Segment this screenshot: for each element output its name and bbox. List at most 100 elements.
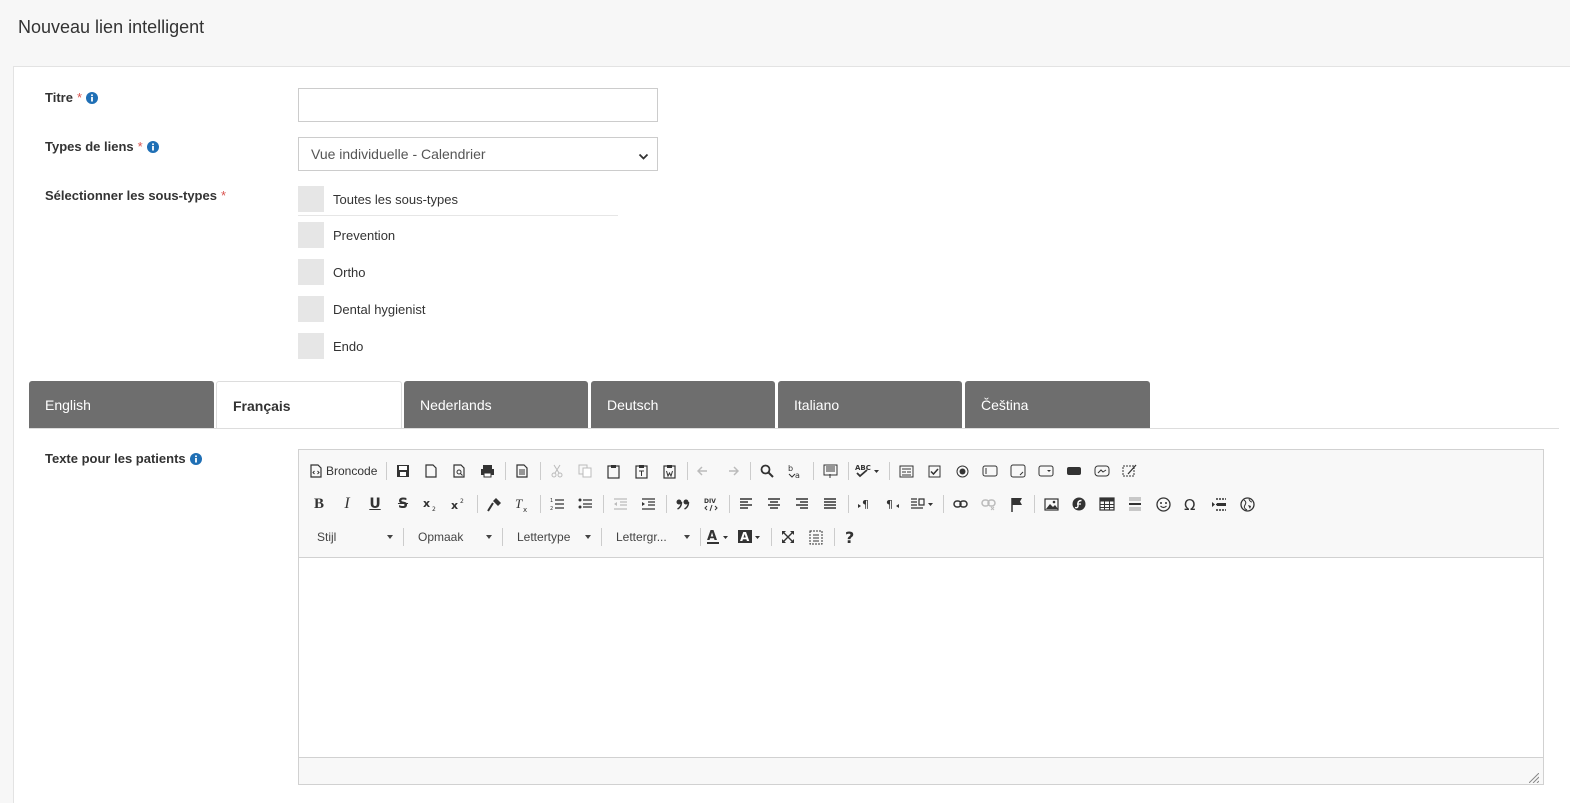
undo-icon[interactable] — [692, 459, 716, 483]
blockquote-icon[interactable] — [671, 492, 695, 516]
table-icon[interactable] — [1095, 492, 1119, 516]
strikethrough-icon[interactable]: S — [391, 492, 415, 516]
smiley-icon[interactable] — [1151, 492, 1175, 516]
page-break-icon[interactable] — [1207, 492, 1231, 516]
resize-handle-icon[interactable] — [1528, 770, 1540, 784]
justify-icon[interactable] — [818, 492, 842, 516]
templates-icon[interactable] — [510, 459, 534, 483]
unlink-icon[interactable] — [976, 492, 1000, 516]
font-size-combo[interactable]: Lettergr... — [606, 525, 694, 549]
subscript-icon[interactable]: x2 — [419, 492, 443, 516]
tab-cestina[interactable]: Čeština — [965, 381, 1150, 428]
flash-icon[interactable] — [1067, 492, 1091, 516]
paste-text-icon[interactable] — [629, 459, 653, 483]
select-all-icon[interactable] — [818, 459, 842, 483]
svg-text:x: x — [523, 506, 527, 512]
copy-icon[interactable] — [573, 459, 597, 483]
preview-icon[interactable] — [447, 459, 471, 483]
cut-icon[interactable] — [545, 459, 569, 483]
subtype-option[interactable]: Dental hygienist — [298, 296, 426, 322]
maximize-icon[interactable] — [776, 525, 800, 549]
checkbox[interactable] — [298, 222, 324, 248]
find-icon[interactable] — [755, 459, 779, 483]
print-icon[interactable] — [475, 459, 499, 483]
numbered-list-icon[interactable]: 12 — [545, 492, 569, 516]
title-input[interactable] — [298, 88, 658, 122]
align-right-icon[interactable] — [790, 492, 814, 516]
source-button[interactable]: Broncode — [307, 459, 380, 483]
background-color-icon[interactable]: A — [737, 525, 765, 549]
font-combo[interactable]: Lettertype — [507, 525, 595, 549]
checkbox[interactable] — [298, 333, 324, 359]
remove-format-icon[interactable]: Tx — [510, 492, 534, 516]
format-combo[interactable]: Opmaak — [408, 525, 496, 549]
toolbar-separator — [848, 462, 850, 480]
font-size-combo-label: Lettergr... — [616, 530, 667, 544]
help-icon[interactable]: ? — [839, 525, 863, 549]
toolbar-separator — [603, 495, 604, 513]
subtype-option[interactable]: Prevention — [298, 222, 395, 248]
style-combo[interactable]: Stijl — [307, 525, 397, 549]
checkbox-icon[interactable] — [922, 459, 946, 483]
replace-icon[interactable]: ba — [783, 459, 807, 483]
new-page-icon[interactable] — [419, 459, 443, 483]
text-direction-rtl-icon[interactable]: ¶ — [881, 492, 905, 516]
checkbox[interactable] — [298, 296, 324, 322]
divider — [298, 215, 618, 216]
language-icon[interactable] — [909, 492, 937, 516]
checkbox[interactable] — [298, 186, 324, 212]
subtype-option[interactable]: Endo — [298, 333, 363, 359]
iframe-globe-icon[interactable] — [1235, 492, 1259, 516]
tab-italiano[interactable]: Italiano — [778, 381, 962, 428]
decrease-indent-icon[interactable] — [608, 492, 632, 516]
bold-icon[interactable]: B — [307, 492, 331, 516]
textarea-icon[interactable] — [1006, 459, 1030, 483]
anchor-flag-icon[interactable] — [1004, 492, 1028, 516]
svg-text:A: A — [707, 529, 717, 544]
align-left-icon[interactable] — [734, 492, 758, 516]
image-icon[interactable] — [1039, 492, 1063, 516]
horizontal-rule-icon[interactable] — [1123, 492, 1147, 516]
link-icon[interactable] — [948, 492, 972, 516]
tab-english[interactable]: English — [29, 381, 214, 428]
toolbar-row-3: Stijl Opmaak Lettertype Lettergr... A A … — [307, 525, 867, 549]
save-icon[interactable] — [391, 459, 415, 483]
increase-indent-icon[interactable] — [636, 492, 660, 516]
redo-icon[interactable] — [720, 459, 744, 483]
form-icon[interactable] — [894, 459, 918, 483]
info-icon[interactable] — [146, 140, 159, 153]
italic-icon[interactable]: I — [335, 492, 359, 516]
info-icon[interactable] — [86, 91, 98, 104]
select-field-icon[interactable] — [1034, 459, 1058, 483]
radio-icon[interactable] — [950, 459, 974, 483]
copy-format-icon[interactable] — [482, 492, 506, 516]
image-button-icon[interactable] — [1090, 459, 1114, 483]
editor-content-area[interactable] — [299, 558, 1543, 758]
underline-icon[interactable]: U — [363, 492, 387, 516]
show-blocks-icon[interactable] — [804, 525, 828, 549]
superscript-icon[interactable]: x2 — [447, 492, 471, 516]
checkbox[interactable] — [298, 259, 324, 285]
paste-icon[interactable] — [601, 459, 625, 483]
info-icon[interactable] — [189, 452, 202, 465]
spellcheck-icon[interactable]: ABC — [853, 459, 883, 483]
button-field-icon[interactable] — [1062, 459, 1086, 483]
link-types-select[interactable]: Vue individuelle - Calendrier — [298, 137, 658, 171]
create-div-icon[interactable]: DIV — [699, 492, 723, 516]
paste-word-icon[interactable] — [657, 459, 681, 483]
textfield-icon[interactable] — [978, 459, 1002, 483]
special-char-icon[interactable]: Ω — [1179, 492, 1203, 516]
text-color-icon[interactable]: A — [705, 525, 733, 549]
tab-francais[interactable]: Français — [216, 381, 402, 429]
tab-deutsch[interactable]: Deutsch — [591, 381, 775, 428]
hidden-field-icon[interactable] — [1118, 459, 1142, 483]
svg-text:?: ? — [845, 529, 854, 545]
tab-nederlands[interactable]: Nederlands — [404, 381, 588, 428]
align-center-icon[interactable] — [762, 492, 786, 516]
text-direction-ltr-icon[interactable]: ¶ — [853, 492, 877, 516]
rich-text-editor: Broncode ba ABC B I U S x 2 x 2 T x 1 2 … — [298, 449, 1544, 785]
bulleted-list-icon[interactable] — [573, 492, 597, 516]
subtype-option[interactable]: Toutes les sous-types — [298, 186, 458, 212]
toolbar-separator — [540, 462, 542, 480]
subtype-option[interactable]: Ortho — [298, 259, 366, 285]
